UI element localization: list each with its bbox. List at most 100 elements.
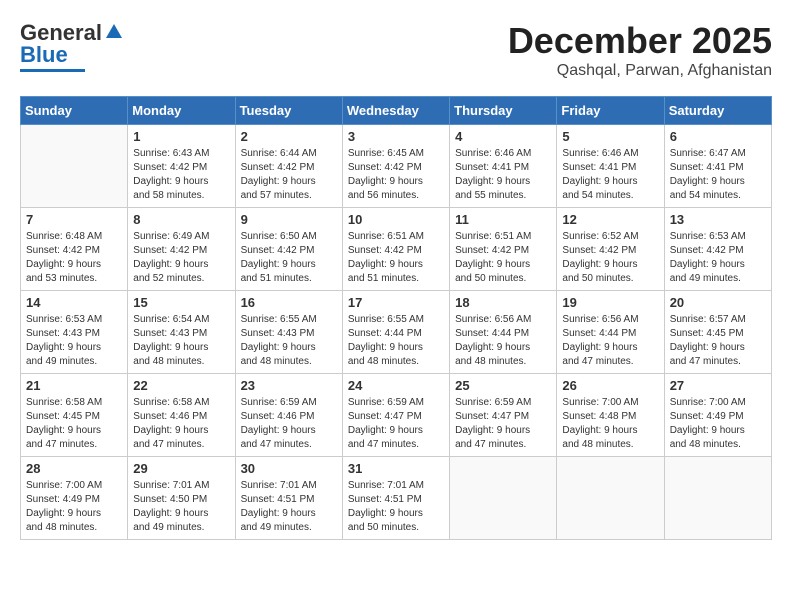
calendar-cell: 28 Sunrise: 7:00 AMSunset: 4:49 PMDayligh… (21, 457, 128, 540)
calendar-cell: 26 Sunrise: 7:00 AMSunset: 4:48 PMDayligh… (557, 374, 664, 457)
calendar-week-row: 14Sunrise: 6:53 AMSunset: 4:43 PMDayligh… (21, 291, 772, 374)
calendar-week-row: 21 Sunrise: 6:58 AMSunset: 4:45 PMDayligh… (21, 374, 772, 457)
col-wednesday: Wednesday (342, 97, 449, 125)
day-number: 13 (670, 212, 766, 227)
day-info: Sunrise: 6:51 AMSunset: 4:42 PMDaylight:… (455, 230, 551, 286)
day-number: 20 (670, 295, 766, 310)
day-number: 1 (133, 129, 229, 144)
calendar-cell: 15 Sunrise: 6:54 AMSunset: 4:43 PMDayligh… (128, 291, 235, 374)
day-info: Sunrise: 6:59 AMSunset: 4:47 PMDaylight:… (348, 396, 444, 452)
calendar-cell: 31 Sunrise: 7:01 AMSunset: 4:51 PMDayligh… (342, 457, 449, 540)
day-info: Sunrise: 6:57 AMSunset: 4:45 PMDaylight:… (670, 313, 766, 369)
day-info: Sunrise: 6:58 AMSunset: 4:45 PMDaylight:… (26, 396, 122, 452)
col-sunday: Sunday (21, 97, 128, 125)
calendar-cell (450, 457, 557, 540)
day-number: 2 (241, 129, 337, 144)
calendar-cell: 4 Sunrise: 6:46 AMSunset: 4:41 PMDaylight… (450, 125, 557, 208)
day-info: Sunrise: 6:52 AMSunset: 4:42 PMDaylight:… (562, 230, 658, 286)
location-title: Qashqal, Parwan, Afghanistan (508, 62, 772, 80)
calendar-cell: 23Sunrise: 6:59 AMSunset: 4:46 PMDayligh… (235, 374, 342, 457)
calendar-cell: 16Sunrise: 6:55 AMSunset: 4:43 PMDayligh… (235, 291, 342, 374)
calendar-cell: 3Sunrise: 6:45 AMSunset: 4:42 PMDaylight… (342, 125, 449, 208)
day-info: Sunrise: 6:47 AMSunset: 4:41 PMDaylight:… (670, 147, 766, 203)
day-info: Sunrise: 6:46 AMSunset: 4:41 PMDaylight:… (562, 147, 658, 203)
day-info: Sunrise: 7:00 AMSunset: 4:49 PMDaylight:… (670, 396, 766, 452)
calendar-cell: 18 Sunrise: 6:56 AMSunset: 4:44 PMDayligh… (450, 291, 557, 374)
col-thursday: Thursday (450, 97, 557, 125)
calendar-cell: 9Sunrise: 6:50 AMSunset: 4:42 PMDaylight… (235, 208, 342, 291)
calendar-week-row: 28 Sunrise: 7:00 AMSunset: 4:49 PMDayligh… (21, 457, 772, 540)
day-number: 10 (348, 212, 444, 227)
calendar-cell: 8 Sunrise: 6:49 AMSunset: 4:42 PMDaylight… (128, 208, 235, 291)
day-number: 12 (562, 212, 658, 227)
day-number: 21 (26, 378, 122, 393)
calendar-cell: 11 Sunrise: 6:51 AMSunset: 4:42 PMDayligh… (450, 208, 557, 291)
day-info: Sunrise: 6:43 AMSunset: 4:42 PMDaylight:… (133, 147, 229, 203)
day-info: Sunrise: 6:58 AMSunset: 4:46 PMDaylight:… (133, 396, 229, 452)
calendar-cell (557, 457, 664, 540)
day-info: Sunrise: 6:54 AMSunset: 4:43 PMDaylight:… (133, 313, 229, 369)
day-number: 9 (241, 212, 337, 227)
day-number: 29 (133, 461, 229, 476)
day-info: Sunrise: 6:45 AMSunset: 4:42 PMDaylight:… (348, 147, 444, 203)
day-number: 24 (348, 378, 444, 393)
day-info: Sunrise: 6:51 AMSunset: 4:42 PMDaylight:… (348, 230, 444, 286)
calendar-cell: 21 Sunrise: 6:58 AMSunset: 4:45 PMDayligh… (21, 374, 128, 457)
day-number: 27 (670, 378, 766, 393)
day-number: 17 (348, 295, 444, 310)
day-number: 23 (241, 378, 337, 393)
day-info: Sunrise: 7:00 AMSunset: 4:49 PMDaylight:… (26, 479, 122, 535)
calendar-cell (664, 457, 771, 540)
day-info: Sunrise: 6:59 AMSunset: 4:47 PMDaylight:… (455, 396, 551, 452)
day-info: Sunrise: 6:56 AMSunset: 4:44 PMDaylight:… (455, 313, 551, 369)
day-info: Sunrise: 6:44 AMSunset: 4:42 PMDaylight:… (241, 147, 337, 203)
logo: General Blue (20, 20, 123, 72)
day-number: 25 (455, 378, 551, 393)
calendar: Sunday Monday Tuesday Wednesday Thursday… (20, 96, 772, 540)
day-number: 8 (133, 212, 229, 227)
calendar-cell: 24 Sunrise: 6:59 AMSunset: 4:47 PMDayligh… (342, 374, 449, 457)
calendar-cell: 7Sunrise: 6:48 AMSunset: 4:42 PMDaylight… (21, 208, 128, 291)
title-area: December 2025 Qashqal, Parwan, Afghanist… (508, 20, 772, 80)
calendar-cell: 2 Sunrise: 6:44 AMSunset: 4:42 PMDaylight… (235, 125, 342, 208)
day-number: 14 (26, 295, 122, 310)
header: General Blue December 2025 Qashqal, Parw… (20, 20, 772, 80)
calendar-cell (21, 125, 128, 208)
day-number: 19 (562, 295, 658, 310)
calendar-cell: 29Sunrise: 7:01 AMSunset: 4:50 PMDayligh… (128, 457, 235, 540)
day-number: 22 (133, 378, 229, 393)
logo-underline (20, 69, 85, 72)
calendar-cell: 25 Sunrise: 6:59 AMSunset: 4:47 PMDayligh… (450, 374, 557, 457)
calendar-cell: 14Sunrise: 6:53 AMSunset: 4:43 PMDayligh… (21, 291, 128, 374)
day-number: 28 (26, 461, 122, 476)
day-info: Sunrise: 7:01 AMSunset: 4:51 PMDaylight:… (241, 479, 337, 535)
calendar-cell: 30 Sunrise: 7:01 AMSunset: 4:51 PMDayligh… (235, 457, 342, 540)
day-number: 11 (455, 212, 551, 227)
day-number: 4 (455, 129, 551, 144)
day-info: Sunrise: 7:00 AMSunset: 4:48 PMDaylight:… (562, 396, 658, 452)
day-number: 7 (26, 212, 122, 227)
calendar-week-row: 7Sunrise: 6:48 AMSunset: 4:42 PMDaylight… (21, 208, 772, 291)
col-monday: Monday (128, 97, 235, 125)
calendar-header-row: Sunday Monday Tuesday Wednesday Thursday… (21, 97, 772, 125)
calendar-cell: 12 Sunrise: 6:52 AMSunset: 4:42 PMDayligh… (557, 208, 664, 291)
day-number: 26 (562, 378, 658, 393)
calendar-cell: 13Sunrise: 6:53 AMSunset: 4:42 PMDayligh… (664, 208, 771, 291)
calendar-cell: 17Sunrise: 6:55 AMSunset: 4:44 PMDayligh… (342, 291, 449, 374)
calendar-cell: 6Sunrise: 6:47 AMSunset: 4:41 PMDaylight… (664, 125, 771, 208)
day-number: 15 (133, 295, 229, 310)
day-info: Sunrise: 6:55 AMSunset: 4:43 PMDaylight:… (241, 313, 337, 369)
day-info: Sunrise: 6:46 AMSunset: 4:41 PMDaylight:… (455, 147, 551, 203)
calendar-week-row: 1 Sunrise: 6:43 AMSunset: 4:42 PMDaylight… (21, 125, 772, 208)
col-tuesday: Tuesday (235, 97, 342, 125)
day-number: 31 (348, 461, 444, 476)
calendar-cell: 19Sunrise: 6:56 AMSunset: 4:44 PMDayligh… (557, 291, 664, 374)
col-friday: Friday (557, 97, 664, 125)
day-number: 30 (241, 461, 337, 476)
day-info: Sunrise: 7:01 AMSunset: 4:51 PMDaylight:… (348, 479, 444, 535)
logo-icon (105, 22, 123, 40)
day-number: 18 (455, 295, 551, 310)
col-saturday: Saturday (664, 97, 771, 125)
day-info: Sunrise: 6:49 AMSunset: 4:42 PMDaylight:… (133, 230, 229, 286)
logo-blue: Blue (20, 42, 68, 68)
